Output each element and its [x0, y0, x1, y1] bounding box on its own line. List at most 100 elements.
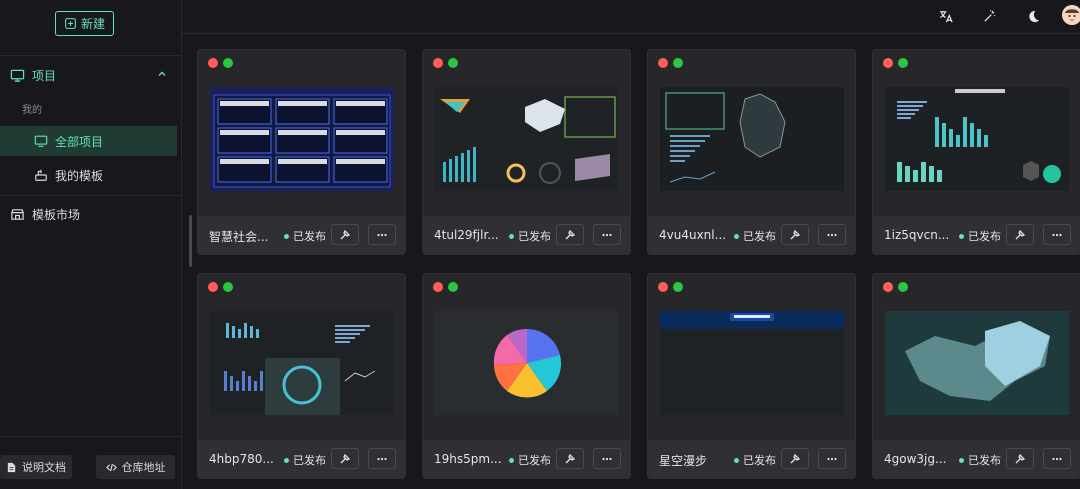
moon-icon[interactable]: [1024, 7, 1042, 25]
project-card[interactable]: 1iz5qvcn... 已发布: [872, 49, 1080, 255]
expand-dot-icon[interactable]: [223, 58, 233, 68]
window-dots: [883, 58, 908, 68]
menu-all-projects[interactable]: 全部项目: [0, 126, 177, 156]
status-dot-icon: [734, 233, 739, 239]
project-card[interactable]: 4hbp780... 已发布: [197, 273, 406, 479]
new-project-button[interactable]: 新建: [55, 11, 114, 36]
docs-label: 说明文档: [22, 461, 66, 474]
more-button[interactable]: [818, 224, 846, 245]
more-icon: [1052, 233, 1062, 236]
card-footer: 4hbp780... 已发布: [198, 440, 405, 478]
expand-dot-icon[interactable]: [448, 282, 458, 292]
more-button[interactable]: [593, 448, 621, 469]
card-footer: 4gow3jg... 已发布: [873, 440, 1080, 478]
divider: [0, 436, 182, 437]
project-card[interactable]: 4vu4uxnl... 已发布: [647, 49, 856, 255]
project-thumbnail[interactable]: [885, 311, 1069, 415]
project-card[interactable]: 19hs5pm... 已发布: [422, 273, 631, 479]
card-footer: 星空漫步 已发布: [648, 440, 855, 478]
project-card[interactable]: 4tul29fjlr... 已发布: [422, 49, 631, 255]
translate-icon[interactable]: [936, 7, 954, 25]
card-footer: 4tul29fjlr... 已发布: [423, 216, 630, 254]
expand-dot-icon[interactable]: [448, 58, 458, 68]
project-name: 1iz5qvcn...: [884, 228, 950, 242]
hammer-icon: [340, 453, 351, 463]
more-button[interactable]: [1043, 448, 1071, 469]
project-card[interactable]: 4gow3jg... 已发布: [872, 273, 1080, 479]
project-thumbnail[interactable]: [435, 87, 619, 191]
more-button[interactable]: [818, 448, 846, 469]
card-footer: 19hs5pm... 已发布: [423, 440, 630, 478]
more-icon: [377, 233, 387, 236]
close-dot-icon[interactable]: [883, 58, 893, 68]
edit-button[interactable]: [781, 448, 809, 469]
close-dot-icon[interactable]: [658, 58, 668, 68]
close-dot-icon[interactable]: [658, 282, 668, 292]
avatar[interactable]: [1062, 5, 1080, 25]
document-icon: [7, 462, 16, 472]
close-dot-icon[interactable]: [433, 282, 443, 292]
project-name: 星空漫步: [659, 454, 708, 468]
edit-button[interactable]: [331, 448, 359, 469]
menu-template-market[interactable]: 模板市场: [0, 201, 182, 227]
close-dot-icon[interactable]: [208, 58, 218, 68]
status-label: 已发布: [293, 454, 326, 467]
card-footer: 智慧社会... 已发布: [198, 216, 405, 254]
project-thumbnail[interactable]: [660, 87, 844, 191]
project-thumbnail[interactable]: [885, 87, 1069, 191]
edit-button[interactable]: [781, 224, 809, 245]
expand-dot-icon[interactable]: [673, 282, 683, 292]
magic-wand-icon[interactable]: [980, 7, 998, 25]
topbar: [182, 0, 1080, 34]
expand-dot-icon[interactable]: [898, 58, 908, 68]
repo-label: 仓库地址: [121, 461, 166, 474]
store-icon: [11, 208, 24, 220]
more-icon: [827, 233, 837, 236]
docs-button[interactable]: 说明文档: [0, 455, 72, 479]
status-label: 已发布: [293, 230, 326, 243]
expand-dot-icon[interactable]: [223, 282, 233, 292]
close-dot-icon[interactable]: [433, 58, 443, 68]
hammer-icon: [790, 453, 801, 463]
expand-dot-icon[interactable]: [898, 282, 908, 292]
window-dots: [208, 282, 233, 292]
project-thumbnail[interactable]: [660, 311, 844, 415]
project-thumbnail[interactable]: [210, 311, 394, 415]
more-button[interactable]: [1043, 224, 1071, 245]
more-button[interactable]: [368, 448, 396, 469]
project-thumbnail[interactable]: [210, 87, 394, 191]
project-name: 4tul29fjlr...: [434, 228, 499, 242]
window-dots: [658, 282, 683, 292]
project-thumbnail[interactable]: [435, 311, 619, 415]
more-button[interactable]: [368, 224, 396, 245]
status-label: 已发布: [968, 230, 1001, 243]
card-footer: 4vu4uxnl... 已发布: [648, 216, 855, 254]
close-dot-icon[interactable]: [883, 282, 893, 292]
status-dot-icon: [284, 457, 289, 463]
status-label: 已发布: [743, 454, 776, 467]
status-badge: 已发布: [734, 452, 776, 468]
edit-button[interactable]: [556, 224, 584, 245]
repo-button[interactable]: 仓库地址: [96, 455, 175, 479]
edit-button[interactable]: [331, 224, 359, 245]
more-button[interactable]: [593, 224, 621, 245]
status-badge: 已发布: [509, 228, 551, 244]
expand-dot-icon[interactable]: [673, 58, 683, 68]
edit-button[interactable]: [556, 448, 584, 469]
more-icon: [827, 457, 837, 460]
chevron-up-icon: [158, 71, 166, 76]
monitor-icon: [10, 69, 25, 82]
edit-button[interactable]: [1006, 448, 1034, 469]
close-dot-icon[interactable]: [208, 282, 218, 292]
edit-button[interactable]: [1006, 224, 1034, 245]
status-badge: 已发布: [734, 228, 776, 244]
more-icon: [602, 457, 612, 460]
hammer-icon: [565, 229, 576, 239]
sidebar: 新建 项目 我的 全部项目 我的模板 模板市场 说明文档 仓库地址: [0, 0, 182, 489]
project-card[interactable]: 星空漫步 已发布: [647, 273, 856, 479]
project-card[interactable]: 智慧社会... 已发布: [197, 49, 406, 255]
menu-project[interactable]: 项目: [0, 62, 182, 88]
status-dot-icon: [959, 457, 964, 463]
menu-my-templates[interactable]: 我的模板: [0, 162, 182, 188]
sidebar-scrollbar[interactable]: [189, 215, 192, 267]
